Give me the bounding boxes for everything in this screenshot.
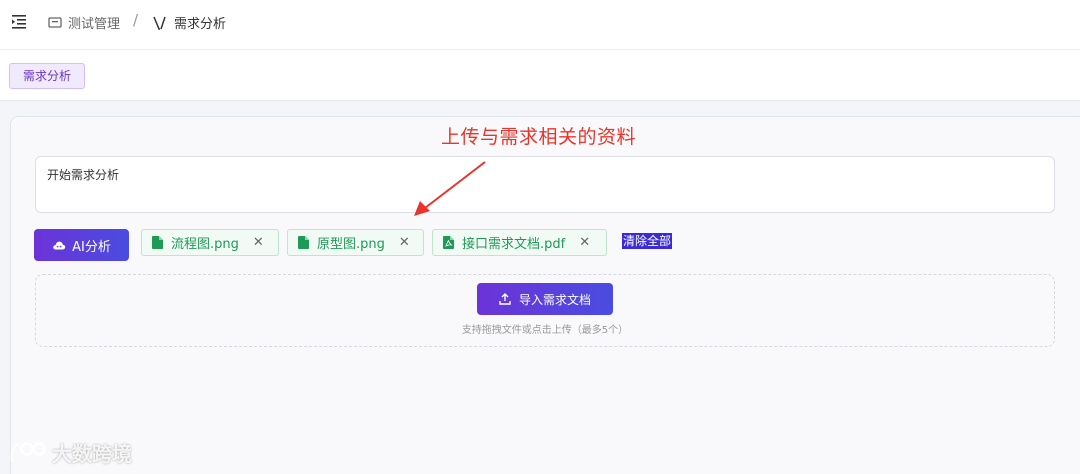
- breadcrumb-label: 测试管理: [68, 17, 121, 32]
- monitor-icon: [48, 16, 62, 28]
- image-file-icon: [298, 236, 309, 249]
- image-file-icon: [152, 236, 163, 249]
- breadcrumb-item-requirement-analysis: 需求分析: [152, 13, 226, 32]
- menu-toggle-icon[interactable]: [10, 12, 28, 30]
- tab-requirement-analysis[interactable]: 需求分析: [9, 63, 86, 89]
- remove-file-icon[interactable]: ✕: [253, 235, 264, 250]
- import-document-button[interactable]: 导入需求文档: [477, 283, 613, 315]
- file-name: 原型图.png: [317, 237, 385, 252]
- prompt-input[interactable]: 开始需求分析: [35, 156, 1055, 213]
- ai-analyze-button[interactable]: AI分析: [34, 229, 129, 261]
- upload-icon: [499, 293, 511, 305]
- breadcrumb-separator: /: [133, 11, 139, 29]
- pdf-file-icon: [443, 236, 454, 249]
- v-logo-icon: [153, 16, 166, 30]
- remove-file-icon[interactable]: ✕: [399, 235, 410, 250]
- remove-file-icon[interactable]: ✕: [579, 235, 590, 250]
- ai-analyze-label: AI分析: [72, 239, 111, 255]
- watermark: 大数跨境: [8, 438, 132, 467]
- tab-bar: 需求分析: [0, 50, 1080, 101]
- file-chip: 接口需求文档.pdf ✕: [432, 229, 607, 256]
- top-bar: 测试管理 / 需求分析: [0, 0, 1080, 50]
- cloud-icon: [53, 241, 66, 250]
- file-name: 接口需求文档.pdf: [462, 237, 566, 252]
- watermark-text: 大数跨境: [52, 442, 132, 466]
- breadcrumb-label: 需求分析: [174, 17, 227, 32]
- import-document-label: 导入需求文档: [518, 292, 591, 307]
- upload-hint: 支持拖拽文件或点击上传（最多5个）: [461, 325, 629, 336]
- file-chip: 流程图.png ✕: [141, 229, 279, 256]
- breadcrumb-item-test-management[interactable]: 测试管理: [48, 13, 120, 32]
- file-name: 流程图.png: [171, 237, 239, 252]
- file-chip: 原型图.png ✕: [287, 229, 424, 256]
- annotation-text: 上传与需求相关的资料: [441, 126, 637, 148]
- watermark-logo-icon: [10, 441, 46, 462]
- clear-all-link[interactable]: 清除全部: [622, 233, 673, 249]
